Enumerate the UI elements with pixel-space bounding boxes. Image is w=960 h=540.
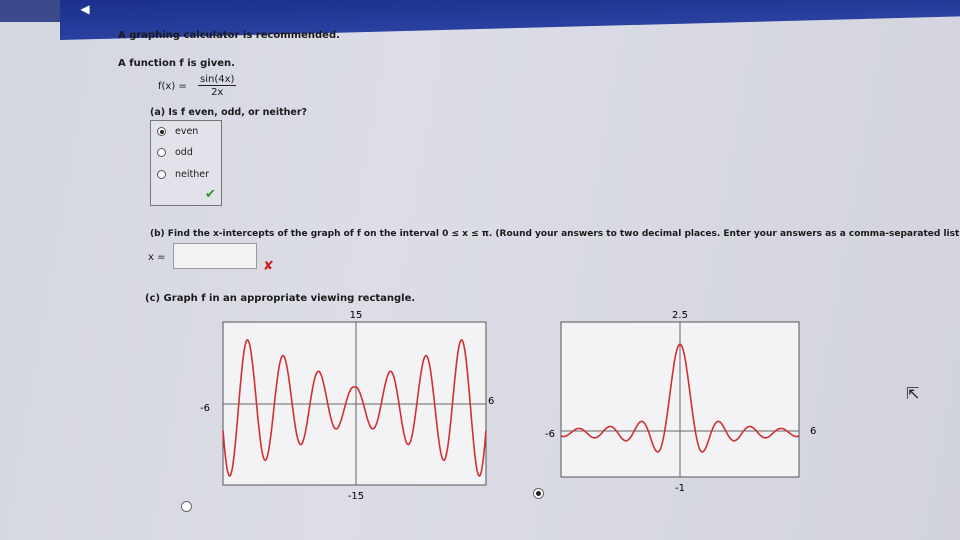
graph-left: 15 -15 -6 6 [200,310,494,502]
graph-right-right-label: 6 [810,426,816,437]
option-neither[interactable]: neither [157,169,209,180]
back-icon[interactable]: ◀ [78,2,92,16]
graph-right-top-label: 2.5 [672,310,688,321]
correct-check-icon: ✔ [205,187,216,202]
x-input-label: x = [148,252,166,263]
radio-neither[interactable] [157,170,166,179]
recommend-note: A graphing calculator is recommended. [118,30,340,41]
formula-lhs: f(x) = [158,80,187,92]
graph-right-bottom-label: -1 [675,483,685,494]
graph-left-left-label: -6 [200,403,210,414]
function-formula: f(x) = sin(4x) 2x [158,74,237,98]
graph-left-top-label: 15 [350,310,363,321]
graph-left-bottom-label: -15 [348,491,364,502]
graph-right: 2.5 -1 -6 6 [545,310,816,494]
graph-right-radio[interactable] [533,488,544,499]
graph-left-radio[interactable] [181,501,192,512]
question-c: (c) Graph f in an appropriate viewing re… [145,293,416,304]
graph-right-frame [560,321,800,478]
formula-fraction: sin(4x) 2x [198,74,237,98]
option-label: neither [175,169,210,180]
graph-left-curve [222,338,487,478]
graph-left-right-label: 6 [488,396,494,407]
option-label: even [175,126,199,137]
graph-right-curve [560,343,800,453]
radio-even[interactable] [157,127,166,136]
option-odd[interactable]: odd [157,147,193,158]
graphs-layer: 15 -15 -6 6 2.5 -1 -6 6 [200,310,816,502]
formula-denominator: 2x [211,87,224,98]
mouse-cursor-icon: ⇱ [906,384,920,403]
answer-options-a: even odd neither ✔ [150,120,222,206]
option-even[interactable]: even [157,126,198,137]
radio-odd[interactable] [157,148,166,157]
question-b: (b) Find the x-intercepts of the graph o… [150,229,960,239]
option-label: odd [175,147,193,158]
function-given: A function f is given. [118,58,235,69]
graph-left-frame [222,321,487,486]
incorrect-cross-icon: ✘ [263,259,274,274]
x-intercepts-input[interactable] [173,243,257,269]
question-a: (a) Is f even, odd, or neither? [150,107,308,118]
formula-numerator: sin(4x) [198,74,237,86]
graph-right-left-label: -6 [545,429,555,440]
